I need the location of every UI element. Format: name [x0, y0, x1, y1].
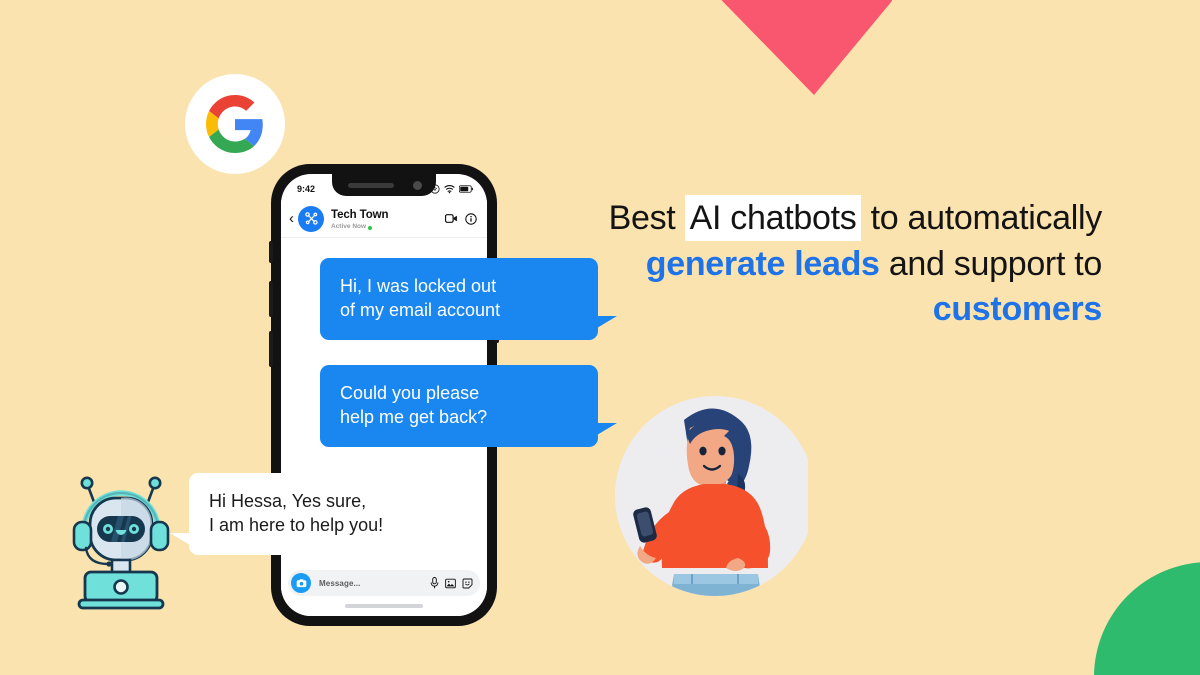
- image-icon[interactable]: [445, 578, 456, 589]
- woman-with-phone-illustration: [612, 378, 808, 608]
- header-actions: [445, 212, 477, 225]
- contact-status-label: Active Now: [331, 223, 367, 231]
- contact-status: Active Now: [331, 223, 445, 231]
- battery-icon: [459, 185, 473, 193]
- headline-accent-customers: customers: [932, 290, 1103, 329]
- circle-decoration: [1094, 562, 1200, 675]
- chat-bubble-outgoing: Hi, I was locked out of my email account: [320, 258, 617, 340]
- composer-actions: [430, 577, 473, 589]
- status-time: 9:42: [297, 184, 316, 194]
- contact-name: Tech Town: [331, 209, 389, 222]
- message-input-placeholder[interactable]: Message...: [311, 579, 430, 588]
- message-input-bar[interactable]: Message...: [288, 570, 480, 596]
- network-nodes-icon: [304, 212, 318, 225]
- page-title: Best AI chatbots to automatically genera…: [582, 195, 1103, 333]
- headline-part1: Best: [608, 199, 685, 237]
- home-indicator: [345, 604, 423, 608]
- phone-silent-switch[interactable]: [269, 241, 273, 263]
- camera-icon: [296, 578, 306, 587]
- headline-highlight: AI chatbots: [684, 195, 862, 241]
- contact-avatar[interactable]: [298, 205, 324, 232]
- google-logo: [185, 74, 285, 174]
- triangle-decoration: [720, 0, 892, 95]
- front-camera: [413, 181, 422, 190]
- phone-notch: [332, 174, 436, 196]
- wifi-icon: [444, 185, 455, 194]
- phone-volume-up-button[interactable]: [269, 281, 273, 317]
- chat-header: ‹ Tech Town Active Now: [281, 200, 487, 238]
- message-composer: Message...: [281, 564, 487, 616]
- camera-button[interactable]: [291, 573, 311, 593]
- phone-volume-down-button[interactable]: [269, 331, 273, 367]
- headline-part2: to automatically: [861, 199, 1103, 237]
- online-dot-icon: [368, 225, 373, 230]
- status-icons: [430, 184, 473, 194]
- poster-canvas: 9:42 ‹ Tech Town Active Now Message... H…: [0, 0, 1200, 675]
- video-camera-icon[interactable]: [445, 213, 458, 224]
- chatbot-robot-mascot: [66, 468, 176, 613]
- earpiece-speaker: [348, 183, 394, 188]
- chat-bubble-outgoing: Could you please help me get back?: [320, 365, 617, 447]
- contact-info: Tech Town Active Now: [331, 205, 445, 231]
- microphone-icon[interactable]: [430, 577, 439, 589]
- sticker-icon[interactable]: [462, 578, 473, 589]
- info-circle-icon[interactable]: [465, 212, 477, 225]
- back-button[interactable]: ‹: [289, 211, 294, 226]
- headline-accent-generate-leads: generate leads: [645, 244, 880, 283]
- chat-bubble-incoming: Hi Hessa, Yes sure, I am here to help yo…: [170, 473, 475, 555]
- headline-part3: and support to: [879, 244, 1102, 283]
